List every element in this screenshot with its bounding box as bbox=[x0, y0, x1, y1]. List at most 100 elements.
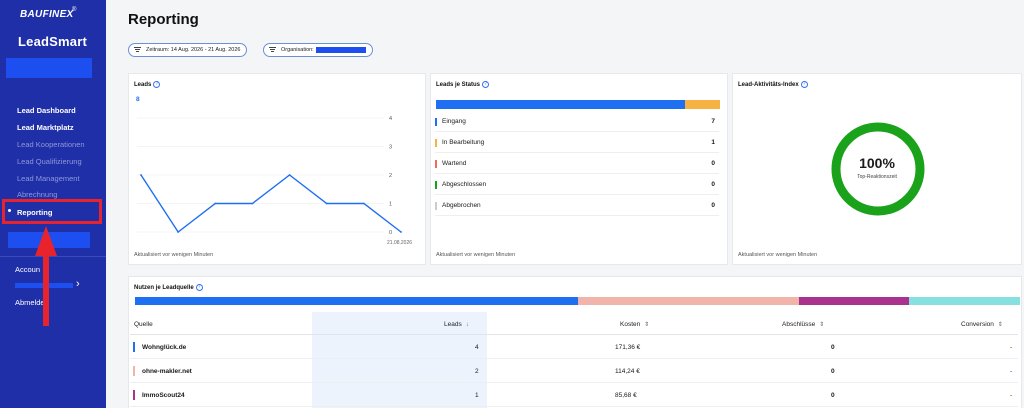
activity-index-card: Lead-Aktivitäts-Index? 100% Top-Reaktion… bbox=[732, 73, 1022, 265]
source-bar-segment bbox=[909, 297, 1020, 305]
status-count: 0 bbox=[711, 181, 715, 188]
status-bar-segment bbox=[684, 100, 720, 109]
sidebar-item-lead-dashboard[interactable]: Lead Dashboard bbox=[17, 106, 76, 115]
sort-icon[interactable]: ⇕ bbox=[819, 322, 824, 328]
source-name: ohne-makler.net bbox=[142, 368, 192, 375]
table-row[interactable]: ohne-makler.net 2 114,24 € 0 - bbox=[130, 360, 1018, 383]
product-name: LeadSmart bbox=[18, 34, 87, 49]
sidebar-item-reporting[interactable]: Reporting bbox=[17, 208, 52, 217]
active-indicator-dot bbox=[8, 209, 11, 212]
activity-index-subtitle: Top-Reaktionszeit bbox=[857, 174, 897, 180]
updated-text: Aktualisiert vor wenigen Minuten bbox=[738, 252, 818, 258]
status-stacked-bar bbox=[436, 100, 720, 109]
sidebar-item-abrechnung[interactable]: Abrechnung bbox=[17, 190, 57, 199]
data-point[interactable] bbox=[288, 174, 291, 176]
status-color-marker bbox=[435, 202, 437, 210]
data-point[interactable] bbox=[251, 202, 254, 205]
status-count: 0 bbox=[711, 202, 715, 209]
redacted-organisation-name bbox=[315, 46, 366, 53]
page-title: Reporting bbox=[128, 11, 199, 28]
y-tick-label: 4 bbox=[389, 116, 392, 122]
card-title: Leads je Status? bbox=[436, 81, 490, 88]
status-color-marker bbox=[435, 139, 437, 147]
info-icon[interactable]: ? bbox=[195, 284, 203, 291]
source-color-marker bbox=[133, 366, 135, 376]
status-row: Abgeschlossen 0 bbox=[435, 174, 719, 195]
status-count: 0 bbox=[711, 160, 715, 167]
filter-icon bbox=[269, 47, 276, 53]
updated-text: Aktualisiert vor wenigen Minuten bbox=[134, 252, 214, 258]
leads-line-chart: 4 3 2 1 0 21.08.2026 bbox=[137, 116, 412, 246]
source-name: ImmoScout24 bbox=[142, 392, 185, 399]
info-icon[interactable]: ? bbox=[800, 81, 808, 88]
table-row[interactable]: ImmoScout24 1 85,68 € 0 - bbox=[130, 384, 1018, 407]
data-point[interactable] bbox=[214, 202, 217, 205]
filter-icon bbox=[134, 47, 141, 53]
status-count: 7 bbox=[711, 118, 715, 125]
data-point[interactable] bbox=[325, 202, 328, 205]
sort-icon[interactable]: ⇕ bbox=[998, 322, 1003, 328]
status-label: Abgebrochen bbox=[442, 202, 481, 209]
sidebar-item-lead-marktplatz[interactable]: Lead Marktplatz bbox=[17, 123, 74, 132]
sidebar-item-lead-management[interactable]: Lead Management bbox=[17, 174, 80, 183]
red-arrow-annotation-icon bbox=[35, 226, 57, 326]
status-color-marker bbox=[435, 118, 437, 126]
filter-period-label: Zeitraum: 14 Aug. 2026 - 21 Aug. 2026 bbox=[146, 47, 241, 53]
sidebar-item-lead-qualifizierung[interactable]: Lead Qualifizierung bbox=[17, 157, 82, 166]
chevron-right-icon[interactable]: › bbox=[76, 278, 80, 290]
conversion-value: - bbox=[1010, 368, 1013, 375]
sidebar-item-lead-kooperationen[interactable]: Lead Kooperationen bbox=[17, 140, 85, 149]
data-point[interactable] bbox=[140, 174, 142, 176]
brand-logo: BAUFINEX bbox=[20, 9, 74, 20]
costs-value: 171,36 € bbox=[615, 344, 641, 351]
deals-value: 0 bbox=[831, 392, 835, 399]
column-header-costs[interactable]: Kosten ⇕ bbox=[620, 321, 649, 328]
conversion-value: - bbox=[1010, 344, 1013, 351]
y-tick-label: 3 bbox=[389, 145, 392, 151]
info-icon[interactable]: ? bbox=[482, 81, 490, 88]
source-color-marker bbox=[133, 342, 135, 352]
y-tick-label: 1 bbox=[389, 202, 392, 208]
source-color-marker bbox=[133, 390, 135, 400]
y-tick-label: 2 bbox=[389, 173, 392, 179]
y-tick-label: 0 bbox=[389, 230, 392, 236]
leads-card: Leads? 8 4 3 2 1 0 21.08.2026 Aktualisiert vo… bbox=[128, 73, 426, 265]
leads-total: 8 bbox=[136, 96, 140, 103]
source-name: Wohnglück.de bbox=[142, 344, 187, 351]
data-point[interactable] bbox=[177, 231, 180, 233]
filter-chip-period[interactable]: Zeitraum: 14 Aug. 2026 - 21 Aug. 2026 bbox=[128, 43, 248, 57]
sort-icon[interactable]: ⇕ bbox=[644, 322, 649, 328]
column-header-conversion[interactable]: Conversion ⇕ bbox=[961, 321, 1003, 328]
status-color-marker bbox=[435, 160, 437, 168]
status-row: Eingang 7 bbox=[435, 111, 719, 132]
status-label: Abgeschlossen bbox=[442, 181, 487, 188]
sort-desc-icon[interactable]: ↓ bbox=[466, 322, 469, 328]
source-bar-segment bbox=[577, 297, 799, 305]
deals-value: 0 bbox=[831, 344, 835, 351]
sidebar: BAUFINEX ® LeadSmart Lead Dashboard Lead… bbox=[0, 0, 106, 408]
filter-chip-organisation[interactable]: Organisation: bbox=[263, 43, 373, 57]
brand-registered-mark: ® bbox=[72, 7, 77, 13]
status-label: Eingang bbox=[442, 118, 466, 125]
table-header-divider bbox=[130, 334, 1018, 335]
status-bar-segment bbox=[436, 100, 685, 109]
filter-organisation-label: Organisation: bbox=[281, 47, 314, 53]
column-header-deals[interactable]: Abschlüsse ⇕ bbox=[782, 321, 824, 328]
card-title: Nutzen je Leadquelle? bbox=[134, 284, 203, 291]
status-label: Wartend bbox=[442, 160, 467, 167]
status-color-marker bbox=[435, 181, 437, 189]
status-card: Leads je Status? Aktualisiert vor wenige… bbox=[430, 73, 728, 265]
data-point[interactable] bbox=[362, 202, 365, 205]
costs-value: 114,24 € bbox=[615, 368, 640, 375]
column-header-source[interactable]: Quelle bbox=[134, 321, 153, 328]
status-row: Wartend 0 bbox=[435, 153, 719, 174]
data-point[interactable] bbox=[400, 231, 402, 233]
conversion-value: - bbox=[1010, 392, 1013, 399]
table-row[interactable]: Wohnglück.de 4 171,36 € 0 - bbox=[130, 336, 1018, 359]
info-icon[interactable]: ? bbox=[153, 81, 161, 88]
leads-value: 4 bbox=[475, 344, 479, 351]
activity-index-value: 100% bbox=[859, 155, 895, 171]
x-axis-end-label: 21.08.2026 bbox=[387, 240, 412, 246]
column-header-leads[interactable]: Leads ↓ bbox=[444, 321, 469, 328]
status-label: In Bearbeitung bbox=[442, 139, 485, 146]
